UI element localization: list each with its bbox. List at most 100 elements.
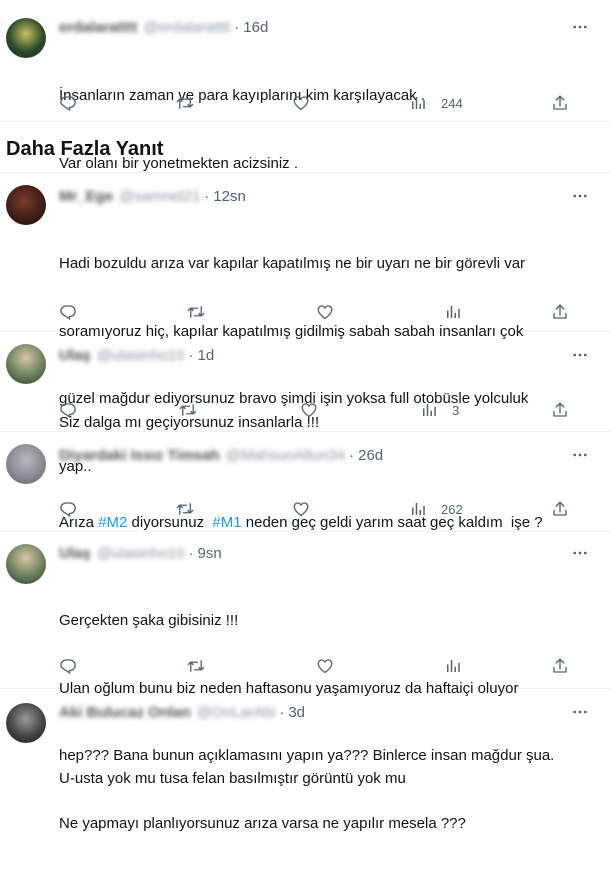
tweet-header: erdalaratttt @erdalaratttt · 16d (59, 17, 268, 37)
retweet-button[interactable] (176, 499, 194, 519)
views-button[interactable]: 3 (420, 400, 459, 420)
avatar[interactable] (6, 703, 46, 743)
separator-dot: · (204, 187, 210, 205)
tweet[interactable]: Ulaş @ulasinho10 · 9sn Gerçekten şaka gi… (0, 532, 611, 832)
share-button[interactable] (551, 93, 569, 113)
share-icon (551, 303, 569, 321)
share-button[interactable] (551, 302, 569, 322)
action-bar: 3 (59, 400, 569, 420)
like-button[interactable] (300, 400, 318, 420)
tweet-header: Ulaş @ulasinho10 · 1d (59, 345, 214, 365)
retweet-icon (187, 657, 205, 675)
views-count: 3 (452, 402, 460, 418)
like-button[interactable] (292, 93, 310, 113)
separator-dot: · (188, 346, 194, 364)
author-name[interactable]: Ulaş (59, 347, 91, 364)
like-button[interactable] (316, 656, 334, 676)
views-count: 262 (441, 501, 463, 517)
share-button[interactable] (551, 656, 569, 676)
views-button[interactable] (444, 302, 462, 322)
heart-icon (300, 401, 318, 419)
avatar[interactable] (6, 444, 46, 484)
like-button[interactable] (316, 302, 334, 322)
retweet-icon (176, 94, 194, 112)
more-options-icon[interactable] (571, 18, 589, 36)
action-bar (59, 656, 569, 676)
retweet-button[interactable] (179, 400, 197, 420)
share-button[interactable] (551, 400, 569, 420)
timestamp[interactable]: 12sn (213, 188, 246, 205)
tweet-header: Ulaş @ulasinho10 · 9sn (59, 543, 222, 563)
share-icon (551, 500, 569, 518)
tweet[interactable]: Diyardaki Issız Timsah @MahsunAltun34 · … (0, 432, 611, 532)
more-options-icon[interactable] (571, 703, 589, 721)
author-name[interactable]: Aki Bulucaz Onlan (59, 704, 191, 721)
retweet-icon (187, 303, 205, 321)
share-button[interactable] (551, 499, 569, 519)
tweet[interactable]: Mr_Ege @samnet21 · 12sn Hadi bozuldu arı… (0, 172, 611, 475)
views-button[interactable] (444, 656, 462, 676)
share-icon (551, 401, 569, 419)
reply-button[interactable] (59, 93, 77, 113)
more-options-icon[interactable] (571, 346, 589, 364)
reply-button[interactable] (59, 400, 77, 420)
views-button[interactable]: 244 (409, 93, 463, 113)
author-name[interactable]: erdalaratttt (59, 19, 137, 36)
author-handle[interactable]: @MahsunAltun34 (226, 447, 345, 464)
tweet-header: Aki Bulucaz Onlan @OnLarAbi · 3d (59, 702, 305, 722)
separator-dot: · (234, 18, 240, 36)
retweet-icon (176, 500, 194, 518)
separator-dot: · (279, 703, 285, 721)
heart-icon (316, 657, 334, 675)
author-handle[interactable]: @samnet21 (119, 188, 200, 205)
action-bar (59, 302, 569, 322)
tweet[interactable]: Ulaş @ulasinho10 · 1d Siz dalga mı geçiy… (0, 332, 611, 432)
share-icon (551, 657, 569, 675)
timestamp[interactable]: 26d (358, 447, 383, 464)
timestamp[interactable]: 16d (243, 19, 268, 36)
author-name[interactable]: Ulaş (59, 545, 91, 562)
separator-dot: · (349, 446, 355, 464)
reply-icon (59, 303, 77, 321)
tweet[interactable]: erdalaratttt @erdalaratttt · 16d İnsanla… (0, 0, 611, 172)
heart-icon (292, 94, 310, 112)
more-options-icon[interactable] (571, 446, 589, 464)
tweet-line: Gerçekten şaka gibisiniz !!! (59, 612, 239, 629)
avatar[interactable] (6, 185, 46, 225)
reply-button[interactable] (59, 499, 77, 519)
more-options-icon[interactable] (571, 187, 589, 205)
reply-icon (59, 657, 77, 675)
reply-button[interactable] (59, 302, 77, 322)
retweet-icon (179, 401, 197, 419)
views-icon (444, 303, 462, 321)
retweet-button[interactable] (187, 302, 205, 322)
tweet-header: Mr_Ege @samnet21 · 12sn (59, 186, 246, 206)
tweet-line: U-usta yok mu tusa felan basılmıştır gör… (59, 770, 406, 787)
author-handle[interactable]: @OnLarAbi (197, 704, 276, 721)
more-options-icon[interactable] (571, 544, 589, 562)
reply-icon (59, 500, 77, 518)
avatar[interactable] (6, 18, 46, 58)
timestamp[interactable]: 3d (288, 704, 305, 721)
tweet-line: Hadi bozuldu arıza var kapılar kapatılmı… (59, 255, 526, 272)
author-name[interactable]: Diyardaki Issız Timsah (59, 447, 220, 464)
retweet-button[interactable] (187, 656, 205, 676)
tweet-header: Diyardaki Issız Timsah @MahsunAltun34 · … (59, 445, 383, 465)
avatar[interactable] (6, 544, 46, 584)
retweet-button[interactable] (176, 93, 194, 113)
timestamp[interactable]: 1d (197, 347, 214, 364)
action-bar: 262 (59, 499, 569, 519)
author-handle[interactable]: @ulasinho10 (97, 545, 185, 562)
views-button[interactable]: 262 (409, 499, 463, 519)
author-name[interactable]: Mr_Ege (59, 188, 113, 205)
author-handle[interactable]: @ulasinho10 (97, 347, 185, 364)
like-button[interactable] (292, 499, 310, 519)
avatar[interactable] (6, 344, 46, 384)
reply-button[interactable] (59, 656, 77, 676)
views-count: 244 (441, 95, 463, 111)
author-handle[interactable]: @erdalaratttt (143, 19, 230, 36)
timestamp[interactable]: 9sn (197, 545, 221, 562)
views-icon (409, 94, 427, 112)
tweet[interactable]: Aki Bulucaz Onlan @OnLarAbi · 3d U-usta … (0, 689, 611, 787)
separator-dot: · (188, 544, 194, 562)
